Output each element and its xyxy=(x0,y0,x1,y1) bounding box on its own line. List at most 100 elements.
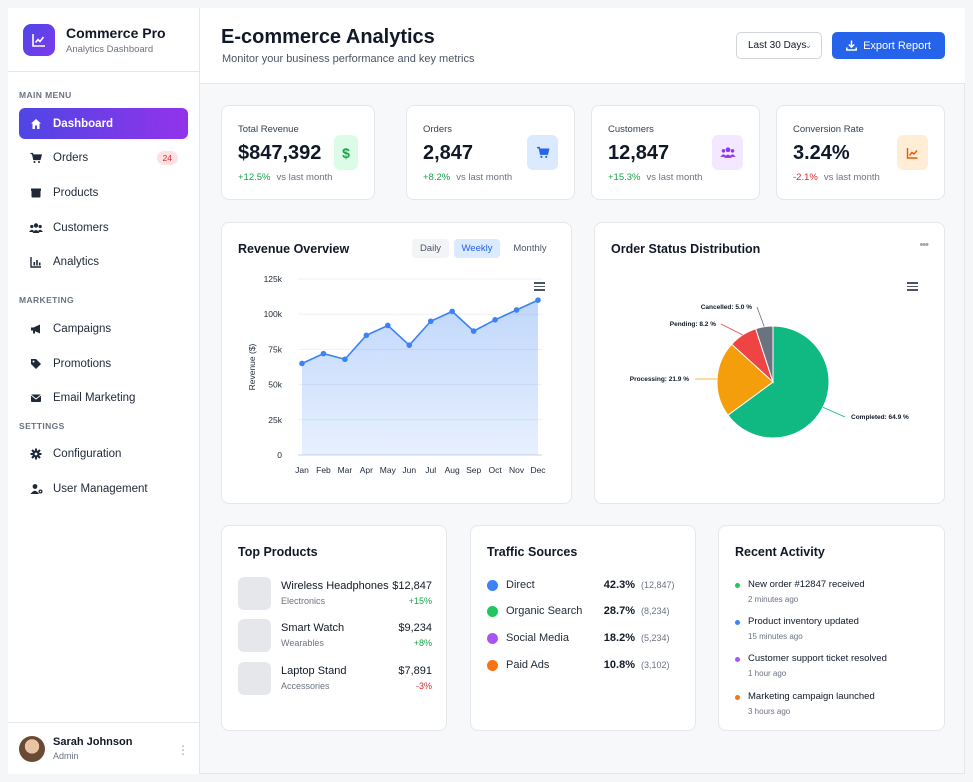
date-range-select[interactable]: Last 30 Days ⌄ xyxy=(736,32,822,59)
list-item[interactable]: Wireless Headphones Electronics $12,847 … xyxy=(238,577,432,610)
stat-change: +12.5% xyxy=(238,172,271,183)
recent-activity-title: Recent Activity xyxy=(735,545,825,559)
legend-dot xyxy=(487,580,498,591)
sidebar-item-label: Promotions xyxy=(53,357,112,370)
product-change: +15% xyxy=(408,596,432,606)
product-category: Wearables xyxy=(281,638,324,648)
product-change: +8% xyxy=(413,638,432,648)
stat-label: Conversion Rate xyxy=(793,124,864,135)
product-name: Laptop Stand xyxy=(281,665,347,677)
orders-count-badge: 24 xyxy=(156,150,178,165)
product-thumbnail xyxy=(238,577,271,610)
source-name: Social Media xyxy=(506,632,569,644)
sidebar-item-label: User Management xyxy=(53,482,148,495)
source-count: (3,102) xyxy=(641,660,670,670)
date-range-value: Last 30 Days xyxy=(748,40,807,51)
stat-label: Customers xyxy=(608,124,654,135)
cart-icon xyxy=(527,135,558,170)
data-point xyxy=(385,322,391,329)
activity-time: 15 minutes ago xyxy=(748,632,803,641)
section-label-settings: SETTINGS xyxy=(19,421,65,431)
product-thumbnail xyxy=(238,619,271,652)
users-icon xyxy=(29,221,43,235)
pie-slice-label: Processing: 21.9 % xyxy=(630,376,689,383)
stat-value: 3.24% xyxy=(793,142,850,164)
list-item[interactable]: Laptop Stand Accessories $7,891 -3% xyxy=(238,662,432,695)
y-tick-label: 125k xyxy=(264,274,283,284)
source-count: (12,847) xyxy=(641,580,675,590)
x-tick-label: Oct xyxy=(488,465,502,475)
list-item: Paid Ads 10.8% (3,102) xyxy=(487,658,681,674)
sidebar-item-analytics[interactable]: Analytics xyxy=(19,246,188,277)
sidebar-item-orders[interactable]: Orders 24 xyxy=(19,142,188,173)
sidebar-item-label: Campaigns xyxy=(53,322,112,335)
y-tick-label: 0 xyxy=(277,450,282,460)
chart-icon xyxy=(29,255,43,269)
pie-leader-line xyxy=(720,323,743,336)
avatar xyxy=(19,735,45,762)
activity-dot xyxy=(735,620,740,625)
chart-line-icon xyxy=(897,135,928,170)
user-profile[interactable]: Sarah Johnson Admin ⋮ xyxy=(8,722,199,774)
sidebar-item-products[interactable]: Products xyxy=(19,177,188,208)
more-vertical-icon[interactable]: ⋮ xyxy=(177,743,189,757)
stat-card-conversion: Conversion Rate 3.24% -2.1% vs last month xyxy=(776,105,945,200)
sidebar-item-user-management[interactable]: User Management xyxy=(19,473,188,504)
user-name: Sarah Johnson xyxy=(53,736,133,748)
source-percent: 42.3% xyxy=(603,579,635,591)
revenue-chart: 0 25k 50k 75k 100k 125k Jan Feb Mar Apr May Jun Jul A… xyxy=(247,274,546,475)
sidebar-item-dashboard[interactable]: Dashboard xyxy=(19,108,188,139)
sidebar-item-promotions[interactable]: Promotions xyxy=(19,348,188,379)
section-label-main-menu: MAIN MENU xyxy=(19,90,72,100)
y-axis-label: Revenue ($) xyxy=(247,343,257,390)
section-label-marketing: MARKETING xyxy=(19,295,75,305)
cart-icon xyxy=(29,151,43,165)
sidebar-item-email-marketing[interactable]: Email Marketing xyxy=(19,382,188,413)
export-report-button[interactable]: Export Report xyxy=(832,32,945,59)
list-item: Direct 42.3% (12,847) xyxy=(487,578,681,594)
activity-text: Marketing campaign launched xyxy=(748,691,875,702)
product-revenue: $7,891 xyxy=(398,665,432,677)
y-tick-label: 50k xyxy=(268,380,282,390)
data-point xyxy=(427,318,434,325)
sidebar-item-campaigns[interactable]: Campaigns xyxy=(19,313,188,344)
product-name: Wireless Headphones xyxy=(281,580,389,592)
download-icon xyxy=(846,40,858,51)
sidebar-item-label: Customers xyxy=(53,221,109,234)
legend-dot xyxy=(487,633,498,644)
data-point xyxy=(535,297,541,303)
megaphone-icon xyxy=(29,322,43,336)
revenue-area xyxy=(302,300,538,455)
pie-slice-label: Cancelled: 5.0 % xyxy=(701,304,753,311)
gear-icon xyxy=(29,447,43,461)
pie-slice-label: Pending: 8.2 % xyxy=(670,321,716,328)
x-tick-label: Jul xyxy=(425,465,436,475)
x-tick-label: Apr xyxy=(360,465,373,475)
order-status-chart: Completed: 64.9 % Processing: 21.9 % Pendi… xyxy=(630,304,909,439)
activity-dot xyxy=(735,657,740,662)
stat-change: +8.2% xyxy=(423,172,451,183)
product-revenue: $9,234 xyxy=(398,622,432,634)
page-title: E-commerce Analytics xyxy=(221,26,435,48)
x-tick-label: May xyxy=(380,465,397,475)
brand: Commerce Pro Analytics Dashboard xyxy=(8,8,199,72)
source-name: Paid Ads xyxy=(506,659,550,671)
export-report-label: Export Report xyxy=(863,39,931,52)
sidebar-item-customers[interactable]: Customers xyxy=(19,212,188,243)
stat-card-customers: Customers 12,847 +15.3% vs last month xyxy=(591,105,760,200)
source-name: Organic Search xyxy=(506,605,583,617)
chevron-down-icon: ⌄ xyxy=(804,40,812,50)
y-tick-label: 75k xyxy=(268,344,282,354)
source-name: Direct xyxy=(506,579,535,591)
tags-icon xyxy=(29,357,43,371)
product-thumbnail xyxy=(238,662,271,695)
activity-time: 3 hours ago xyxy=(748,707,791,716)
sidebar-item-label: Dashboard xyxy=(53,117,114,130)
brand-subtitle: Analytics Dashboard xyxy=(66,43,154,55)
page-header: E-commerce Analytics Monitor your busine… xyxy=(200,8,965,84)
product-revenue: $12,847 xyxy=(392,580,432,592)
list-item[interactable]: Smart Watch Wearables $9,234 +8% xyxy=(238,619,432,652)
stat-card-orders: Orders 2,847 +8.2% vs last month xyxy=(406,105,575,200)
stat-comparison: vs last month xyxy=(823,172,880,183)
sidebar-item-configuration[interactable]: Configuration xyxy=(19,438,188,469)
